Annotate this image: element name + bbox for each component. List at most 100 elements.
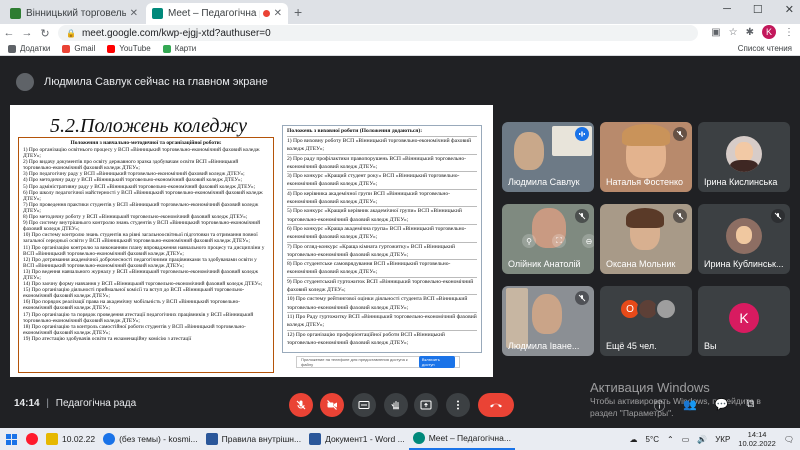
taskbar-item-meet[interactable]: Meet – Педагогічна... [408, 428, 515, 450]
tray-overflow-icon[interactable]: ⌃ [667, 435, 674, 444]
windows-logo-icon [5, 433, 17, 445]
camera-off-icon [327, 400, 337, 410]
participant-tile-3[interactable]: Ірина Кислинська [698, 122, 790, 192]
activities-icon[interactable]: ⧉ [746, 398, 754, 414]
hand-icon [391, 401, 399, 410]
close-window-button[interactable]: ✕ [785, 3, 794, 16]
right-document-heading: Положень з виховної роботи (Положення до… [287, 128, 423, 134]
browser-tab-strip: Вінницький торговельно-еконо ✕ Meet – Пе… [0, 0, 800, 24]
participant-tile-7[interactable]: Людмила Іване... [502, 286, 594, 356]
extensions-icon[interactable]: ✱ [746, 27, 754, 38]
chrome-icon [103, 433, 116, 445]
raise-hand-button[interactable] [384, 393, 408, 417]
taskbar-item-folder[interactable]: 10.02.22 [42, 428, 99, 450]
close-tab-icon[interactable]: ✕ [274, 8, 282, 19]
tab-title: Вінницький торговельно-еконо [26, 8, 126, 19]
close-tab-icon[interactable]: ✕ [130, 8, 138, 19]
bookmark-star-icon[interactable]: ☆ [729, 27, 738, 38]
people-icon[interactable]: 👥 [683, 398, 697, 414]
address-bar[interactable]: 🔒 meet.google.com/kwp-ejgj-xtd?authuser=… [58, 25, 698, 41]
new-tab-button[interactable]: + [294, 4, 302, 20]
fullscreen-icon[interactable]: ⛶ [552, 234, 566, 248]
activation-title: Активация Windows [590, 380, 710, 395]
pin-icon[interactable]: ⚲ [522, 234, 536, 248]
reload-button[interactable]: ↻ [36, 27, 54, 40]
muted-mic-icon [575, 209, 589, 223]
speaking-indicator-icon [575, 127, 589, 141]
more-participants-tile[interactable]: O Ещё 45 чел. [600, 286, 692, 356]
browser-menu-icon[interactable]: ⋮ [784, 27, 794, 38]
more-participants-count: Ещё 45 чел. [606, 341, 657, 351]
info-icon[interactable]: ⓘ [654, 398, 665, 414]
left-document-heading: Положення з навчально-методичної та орга… [70, 140, 222, 146]
participant-avatar [655, 298, 677, 320]
profile-avatar[interactable]: K [762, 25, 776, 39]
taskbar-item-word-rules[interactable]: Правила внутрішн... [202, 428, 305, 450]
taskbar-label: Документ1 - Word ... [325, 434, 405, 444]
opera-browser-icon[interactable] [22, 428, 42, 450]
self-label: Вы [704, 341, 717, 351]
bookmark-gmail[interactable]: Gmail [62, 44, 95, 53]
presenter-banner: Людмила Савлук сейчас на главном экране [0, 67, 800, 97]
bookmark-label: Карти [174, 44, 197, 53]
maximize-window-button[interactable]: ☐ [753, 3, 763, 16]
meet-side-controls: ⓘ 👥 💬 ⧉ [654, 398, 754, 414]
participant-tile-4[interactable]: ⚲ ⛶ ⊖ Олійник Анатолій [502, 204, 594, 274]
weather-icon[interactable]: ☁ [630, 435, 638, 444]
camera-in-use-icon[interactable]: ▣ [711, 27, 720, 38]
meeting-separator: | [46, 398, 49, 409]
microphone-toggle-button[interactable] [289, 393, 313, 417]
captions-button[interactable] [352, 393, 376, 417]
document-line: 18) Про організацію та контроль самостій… [23, 323, 246, 336]
camera-toggle-button[interactable] [320, 393, 344, 417]
document-line: 2) Про видачу документів про освіту держ… [23, 159, 239, 172]
temperature: 5°C [645, 434, 659, 444]
participant-name: Оксана Мольник [606, 259, 676, 269]
forward-button[interactable]: → [18, 27, 36, 39]
back-button[interactable]: ← [0, 27, 18, 39]
muted-mic-icon [673, 127, 687, 141]
enable-access-button[interactable]: Включить доступ [418, 356, 455, 368]
chat-icon[interactable]: 💬 [715, 398, 729, 414]
volume-icon[interactable]: 🔊 [697, 435, 707, 444]
lock-icon: 🔒 [66, 28, 76, 38]
tile-hover-controls: ⚲ ⛶ ⊖ [522, 234, 594, 248]
participant-tile-5[interactable]: Оксана Мольник [600, 204, 692, 274]
browser-tab-college[interactable]: Вінницький торговельно-еконо ✕ [4, 3, 144, 24]
present-screen-button[interactable] [414, 393, 438, 417]
network-icon[interactable]: ▭ [682, 435, 690, 444]
remove-icon[interactable]: ⊖ [582, 234, 594, 248]
more-options-button[interactable] [446, 393, 470, 417]
browser-tab-meet[interactable]: Meet – Педагогічна рада ✕ [146, 3, 288, 24]
taskbar-item-mail[interactable]: (без темы) - kosmi... [99, 428, 202, 450]
bookmarks-bar: Додатки Gmail YouTube Карти Список чтени… [0, 42, 800, 56]
presenter-avatar [16, 73, 34, 91]
leave-call-button[interactable] [478, 393, 514, 417]
start-button[interactable] [0, 433, 22, 445]
notifications-icon[interactable]: 🗨 [784, 435, 794, 444]
participant-hair [626, 208, 664, 228]
document-line: 10) Про систему контролю знань студентів… [23, 232, 258, 245]
bookmark-youtube[interactable]: YouTube [107, 44, 151, 53]
folder-icon [46, 433, 58, 445]
participant-video [514, 132, 544, 170]
left-document: Положення з навчально-методичної та орга… [18, 137, 274, 373]
taskbar-clock[interactable]: 14:14 10.02.2022 [738, 430, 776, 448]
bookmark-maps[interactable]: Карти [162, 44, 197, 53]
college-favicon-icon [10, 8, 21, 19]
minimize-window-button[interactable]: ─ [723, 3, 731, 16]
maps-icon [162, 44, 171, 53]
taskbar-item-word-doc[interactable]: Документ1 - Word ... [305, 428, 409, 450]
document-line: 6) Про школу педагогічної майстерності у… [23, 189, 263, 202]
document-line: 11) Про Раду гуртожитку ВСП «Вінницький … [287, 311, 477, 329]
language-indicator[interactable]: УКР [715, 435, 730, 444]
clock-date: 10.02.2022 [738, 439, 776, 448]
reading-list-button[interactable]: Список чтения [738, 44, 792, 53]
participant-tile-1[interactable]: Людмила Савлук [502, 122, 594, 192]
recording-dot-icon [262, 10, 270, 17]
participant-tile-6[interactable]: Ирина Кублинськ... [698, 204, 790, 274]
self-tile[interactable]: K Вы [698, 286, 790, 356]
browser-toolbar: ← → ↻ 🔒 meet.google.com/kwp-ejgj-xtd?aut… [0, 24, 800, 42]
participant-tile-2[interactable]: Наталья Фостенко [600, 122, 692, 192]
bookmark-apps[interactable]: Додатки [8, 44, 50, 53]
